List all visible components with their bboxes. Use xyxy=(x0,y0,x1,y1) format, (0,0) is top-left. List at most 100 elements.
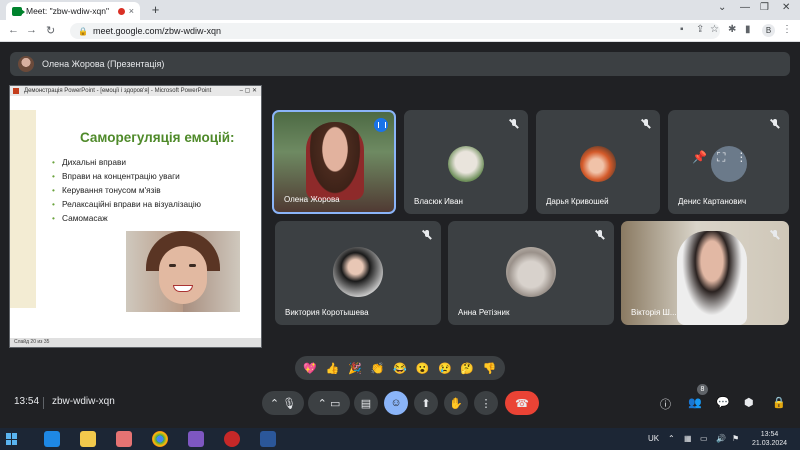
chrome-icon[interactable] xyxy=(152,431,168,447)
minimize-button[interactable]: — xyxy=(740,2,750,13)
divider xyxy=(43,397,44,409)
leave-call-button[interactable]: ☎ xyxy=(505,391,539,415)
flag-icon[interactable]: ⚑ xyxy=(732,434,739,443)
reactions-bar: 💖 👍 🎉 👏 😂 😮 😢 🤔 👎 xyxy=(295,356,505,380)
avatar xyxy=(333,247,383,297)
mic-off-icon xyxy=(641,119,651,129)
host-controls-icon[interactable]: 🔒 xyxy=(772,396,786,409)
reaction-thinking[interactable]: 🤔 xyxy=(460,362,474,375)
pin-icon[interactable]: 📌 xyxy=(692,150,707,165)
opera-icon[interactable] xyxy=(224,431,240,447)
star-icon[interactable]: ☆ xyxy=(710,24,719,35)
participant-tile[interactable]: Анна Ретізник xyxy=(448,221,614,325)
windows-taskbar: UK ⌃ ▦ ▭ 🔊 ⚑ 13:54 21.03.2024 xyxy=(0,428,800,450)
more-vert-icon: ⋮ xyxy=(480,397,492,410)
list-item: Керування тонусом м'язів xyxy=(52,183,201,197)
participant-name: Виктория Коротышева xyxy=(285,308,369,317)
reaction-sad[interactable]: 😢 xyxy=(438,362,452,375)
reaction-laugh[interactable]: 😂 xyxy=(393,362,407,375)
share-icon[interactable]: ⇪ xyxy=(696,24,704,35)
maximize-button[interactable]: ❐ xyxy=(760,2,769,13)
word-icon[interactable] xyxy=(260,431,276,447)
info-icon[interactable]: ⓘ xyxy=(660,396,671,412)
sidebar-icon[interactable]: ▮ xyxy=(745,24,751,35)
participant-name: Вікторія Ш... xyxy=(631,308,677,317)
reactions-button[interactable]: ☺ xyxy=(384,391,408,415)
meeting-time: 13:54 xyxy=(14,396,40,407)
avatar xyxy=(580,146,616,182)
reaction-surprised[interactable]: 😮 xyxy=(416,362,430,375)
tab-title: Meet: "zbw-wdiw-xqn" xyxy=(26,6,110,16)
chevron-up-icon[interactable]: ⌃ xyxy=(668,434,675,443)
list-item: Вправи на концентрацію уваги xyxy=(52,169,201,183)
chevron-up-icon[interactable]: ⌃ xyxy=(318,397,327,410)
camera-toggle-button[interactable]: ⌃ ▭ xyxy=(308,391,350,415)
mic-off-icon xyxy=(422,230,432,240)
close-tab-button[interactable]: × xyxy=(129,6,134,16)
volume-icon[interactable]: 🔊 xyxy=(716,434,726,443)
recording-indicator-icon xyxy=(117,7,125,15)
people-icon[interactable]: 👥 xyxy=(688,396,702,409)
hangup-icon: ☎ xyxy=(515,397,529,410)
mic-off-icon xyxy=(509,119,519,129)
mic-off-icon xyxy=(770,119,780,129)
list-item: Дихальні вправи xyxy=(52,155,201,169)
more-options-button[interactable]: ⋮ xyxy=(474,391,498,415)
more-options-icon[interactable]: ⋮ xyxy=(735,150,747,165)
file-explorer-icon[interactable] xyxy=(80,431,96,447)
new-tab-button[interactable]: + xyxy=(148,3,163,18)
participant-name: Анна Ретізник xyxy=(458,308,510,317)
raise-hand-button[interactable]: ✋ xyxy=(444,391,468,415)
captions-button[interactable]: ▤ xyxy=(354,391,378,415)
presenter-banner: Олена Жорова (Презентація) xyxy=(10,52,790,76)
reload-button[interactable]: ↻ xyxy=(46,24,55,37)
camera-icon[interactable]: ▪ xyxy=(680,24,684,35)
participant-tile[interactable]: Олена Жорова xyxy=(272,110,396,214)
emoji-icon: ☺ xyxy=(390,397,402,409)
chevron-up-icon[interactable]: ⌃ xyxy=(270,397,279,410)
close-window-button[interactable]: ✕ xyxy=(782,2,790,13)
chevron-down-icon[interactable]: ⌄ xyxy=(718,2,726,13)
list-item: Релаксаційні вправи на візуалізацію xyxy=(52,197,201,211)
reaction-thumbs-up[interactable]: 👍 xyxy=(326,362,340,375)
browser-tab[interactable]: Meet: "zbw-wdiw-xqn" × xyxy=(6,2,140,20)
participant-tile[interactable]: Дарья Кривошей xyxy=(536,110,660,214)
reaction-thumbs-down[interactable]: 👎 xyxy=(483,362,497,375)
participant-tile[interactable]: Вікторія Ш... xyxy=(621,221,789,325)
mic-icon: 🎙 xyxy=(282,397,297,410)
present-screen-icon: ⬆ xyxy=(421,397,431,410)
participant-tile[interactable]: Виктория Коротышева xyxy=(275,221,441,325)
menu-icon[interactable]: ⋮ xyxy=(782,24,792,35)
reaction-heart[interactable]: 💖 xyxy=(303,362,317,375)
address-bar[interactable]: 🔒 meet.google.com/zbw-wdiw-xqn ▪ ⇪ ☆ xyxy=(70,23,720,39)
reaction-clap[interactable]: 👏 xyxy=(371,362,385,375)
system-clock[interactable]: 13:54 21.03.2024 xyxy=(752,430,787,448)
internet-explorer-icon[interactable] xyxy=(44,431,60,447)
windows-start-icon[interactable] xyxy=(6,433,18,445)
activities-icon[interactable]: ⬢ xyxy=(744,396,754,409)
frame-icon[interactable]: ⛶ xyxy=(717,150,725,165)
avatar xyxy=(18,56,34,72)
participant-name: Олена Жорова xyxy=(284,195,340,204)
network-icon[interactable]: ▦ xyxy=(684,434,692,443)
avatar xyxy=(448,146,484,182)
language-indicator[interactable]: UK xyxy=(648,434,659,443)
ppt-window-title-text: Демонстрація PowerPoint - [емоції і здор… xyxy=(24,88,212,94)
reaction-party[interactable]: 🎉 xyxy=(348,362,362,375)
forward-button[interactable]: → xyxy=(26,24,37,36)
media-player-icon[interactable] xyxy=(116,431,132,447)
emotion-face-image xyxy=(126,231,240,312)
battery-icon[interactable]: ▭ xyxy=(700,434,708,443)
profile-avatar[interactable]: B xyxy=(762,24,775,37)
participant-tile[interactable]: Власюк Иван xyxy=(404,110,528,214)
participant-tile[interactable]: 📌 ⛶ ⋮ Денис Картанович xyxy=(668,110,789,214)
chat-icon[interactable]: 💬 xyxy=(716,396,730,409)
back-button[interactable]: ← xyxy=(8,24,19,36)
mic-toggle-button[interactable]: ⌃ 🎙 xyxy=(262,391,304,415)
window-controls-icon: – ▢ ✕ xyxy=(239,88,257,94)
viber-icon[interactable] xyxy=(188,431,204,447)
captions-icon: ▤ xyxy=(360,397,372,410)
presentation-screen[interactable]: Демонстрація PowerPoint - [емоції і здор… xyxy=(9,85,262,348)
extensions-icon[interactable]: ✱ xyxy=(728,24,736,35)
present-button[interactable]: ⬆ xyxy=(414,391,438,415)
